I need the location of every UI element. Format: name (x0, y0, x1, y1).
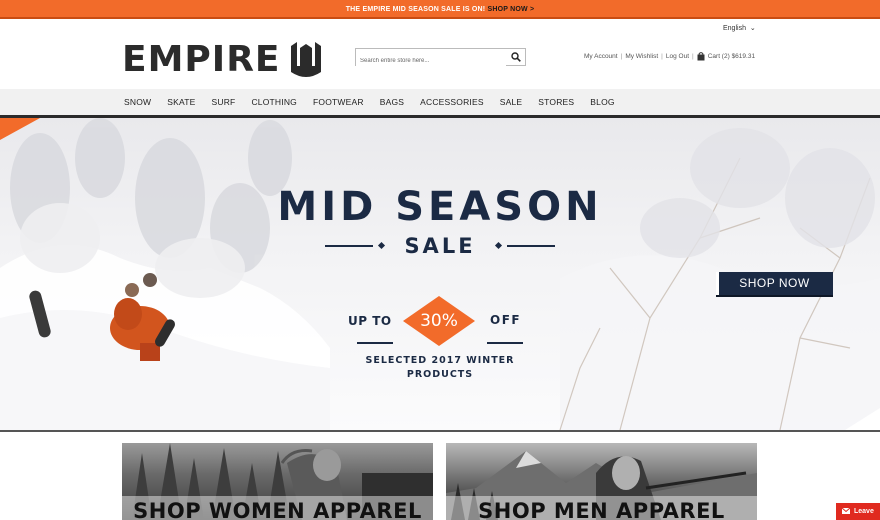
divider (0, 430, 880, 432)
language-label: English (723, 25, 746, 32)
account-links: My Account | My Wishlist | Log Out | Car… (584, 52, 755, 61)
hero-off-label: OFF (490, 313, 522, 327)
divider (357, 342, 393, 344)
nav-item-stores[interactable]: STORES (530, 89, 582, 115)
promo-bar: THE EMPIRE MID SEASON SALE IS ON! SHOP N… (0, 0, 880, 19)
chat-label: Leave (854, 508, 874, 515)
nav-item-clothing[interactable]: CLOTHING (243, 89, 305, 115)
search-input[interactable] (356, 53, 506, 69)
nav-item-footwear[interactable]: FOOTWEAR (305, 89, 372, 115)
shop-men-tile[interactable]: SHOP MEN APPAREL (446, 443, 757, 520)
shopping-bag-icon (697, 52, 705, 61)
envelope-icon (842, 508, 850, 514)
shop-women-label: SHOP WOMEN APPAREL (122, 496, 433, 520)
my-account-link[interactable]: My Account (584, 53, 618, 60)
divider: | (620, 53, 623, 60)
divider (487, 342, 523, 344)
divider: | (661, 53, 663, 60)
cart-total: $619.31 (731, 53, 756, 60)
hero-up-to-label: UP TO (348, 314, 392, 328)
promo-shop-now-link[interactable]: SHOP NOW > (487, 6, 534, 13)
divider (507, 245, 555, 247)
hero-note-line2: PRODUCTS (406, 369, 474, 380)
cart-link[interactable]: Cart (2) $619.31 (697, 52, 755, 61)
logo[interactable]: EMPIRE (122, 40, 321, 80)
hero-title: MID SEASON (277, 184, 603, 230)
nav-item-blog[interactable]: BLOG (582, 89, 622, 115)
leave-message-chat-button[interactable]: Leave (836, 503, 880, 520)
nav-items: SNOW SKATE SURF CLOTHING FOOTWEAR BAGS A… (116, 89, 623, 115)
nav-item-sale[interactable]: SALE (492, 89, 531, 115)
hero-note: SELECTED 2017 WINTER PRODUCTS (360, 354, 520, 382)
discount-percent: 30% (420, 311, 458, 331)
my-wishlist-link[interactable]: My Wishlist (625, 53, 658, 60)
search-box (355, 48, 526, 69)
shop-now-button[interactable]: SHOP NOW (716, 272, 833, 297)
logo-text: EMPIRE (122, 39, 281, 80)
nav-item-accessories[interactable]: ACCESSORIES (412, 89, 492, 115)
chevron-down-icon: ⌄ (749, 25, 756, 32)
hero-subtitle-row: SALE (325, 232, 555, 260)
nav-item-surf[interactable]: SURF (204, 89, 244, 115)
main-nav: SNOW SKATE SURF CLOTHING FOOTWEAR BAGS A… (0, 89, 880, 115)
divider: | (692, 53, 694, 60)
nav-item-skate[interactable]: SKATE (159, 89, 203, 115)
language-selector[interactable]: English ⌄ (723, 24, 756, 32)
hero-note-line1: SELECTED 2017 WINTER (365, 355, 515, 366)
nav-item-snow[interactable]: SNOW (116, 89, 159, 115)
logo-mark-icon (290, 42, 321, 77)
search-icon[interactable] (511, 52, 521, 62)
shop-women-tile[interactable]: SHOP WOMEN APPAREL (122, 443, 433, 520)
hero-banner[interactable]: MID SEASON SALE SHOP NOW UP TO 30% OFF S… (0, 118, 880, 430)
log-out-link[interactable]: Log Out (666, 53, 689, 60)
cart-count: Cart (2) (707, 53, 730, 60)
promo-text: THE EMPIRE MID SEASON SALE IS ON! (345, 6, 486, 13)
shop-men-label: SHOP MEN APPAREL (446, 496, 757, 520)
nav-item-bags[interactable]: BAGS (372, 89, 412, 115)
